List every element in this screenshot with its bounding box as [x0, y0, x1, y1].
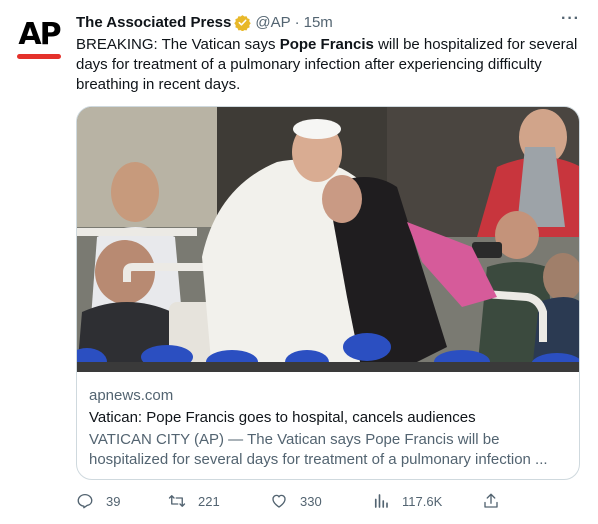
- views-count: 117.6K: [402, 493, 443, 509]
- separator-dot: ·: [294, 13, 300, 31]
- like-button[interactable]: 330: [270, 492, 322, 510]
- share-icon: [484, 493, 498, 508]
- views-chart-icon: [374, 494, 388, 508]
- avatar[interactable]: AP: [14, 12, 64, 62]
- tweet-text-start: BREAKING: The Vatican says: [76, 36, 280, 53]
- views-button[interactable]: 117.6K: [372, 492, 442, 510]
- link-card[interactable]: apnews.com Vatican: Pope Francis goes to…: [76, 106, 580, 480]
- heart-icon: [272, 494, 286, 508]
- action-bar: 39 221 330 117.6K: [76, 492, 588, 516]
- tweet-timestamp[interactable]: 15m: [304, 14, 333, 31]
- reply-count: 39: [106, 493, 121, 509]
- tweet[interactable]: AP The Associated Press @AP · 15m ··· BR…: [0, 0, 598, 524]
- reply-icon: [77, 493, 93, 509]
- like-count: 330: [300, 493, 322, 509]
- card-title[interactable]: Vatican: Pope Francis goes to hospital, …: [89, 408, 569, 428]
- card-domain[interactable]: apnews.com: [89, 386, 569, 406]
- ap-logo-text: AP: [18, 17, 61, 52]
- retweet-icon: [168, 495, 186, 507]
- reply-button[interactable]: 39: [76, 492, 120, 510]
- share-button[interactable]: [482, 492, 512, 510]
- author-handle[interactable]: @AP: [255, 14, 290, 31]
- more-options-icon[interactable]: ···: [561, 10, 580, 28]
- card-meta[interactable]: apnews.com Vatican: Pope Francis goes to…: [77, 372, 579, 470]
- tweet-text-bold: Pope Francis: [279, 36, 374, 53]
- ap-logo-bar: [17, 54, 61, 59]
- retweet-count: 221: [198, 493, 220, 509]
- verified-badge-icon[interactable]: [234, 14, 252, 31]
- tweet-text: BREAKING: The Vatican says Pope Francis …: [76, 35, 588, 95]
- card-description[interactable]: VATICAN CITY (AP) — The Vatican says Pop…: [89, 430, 569, 470]
- retweet-button[interactable]: 221: [168, 492, 220, 510]
- tweet-header: The Associated Press @AP · 15m: [76, 12, 333, 32]
- card-image[interactable]: [77, 107, 580, 372]
- author-name[interactable]: The Associated Press: [76, 14, 231, 31]
